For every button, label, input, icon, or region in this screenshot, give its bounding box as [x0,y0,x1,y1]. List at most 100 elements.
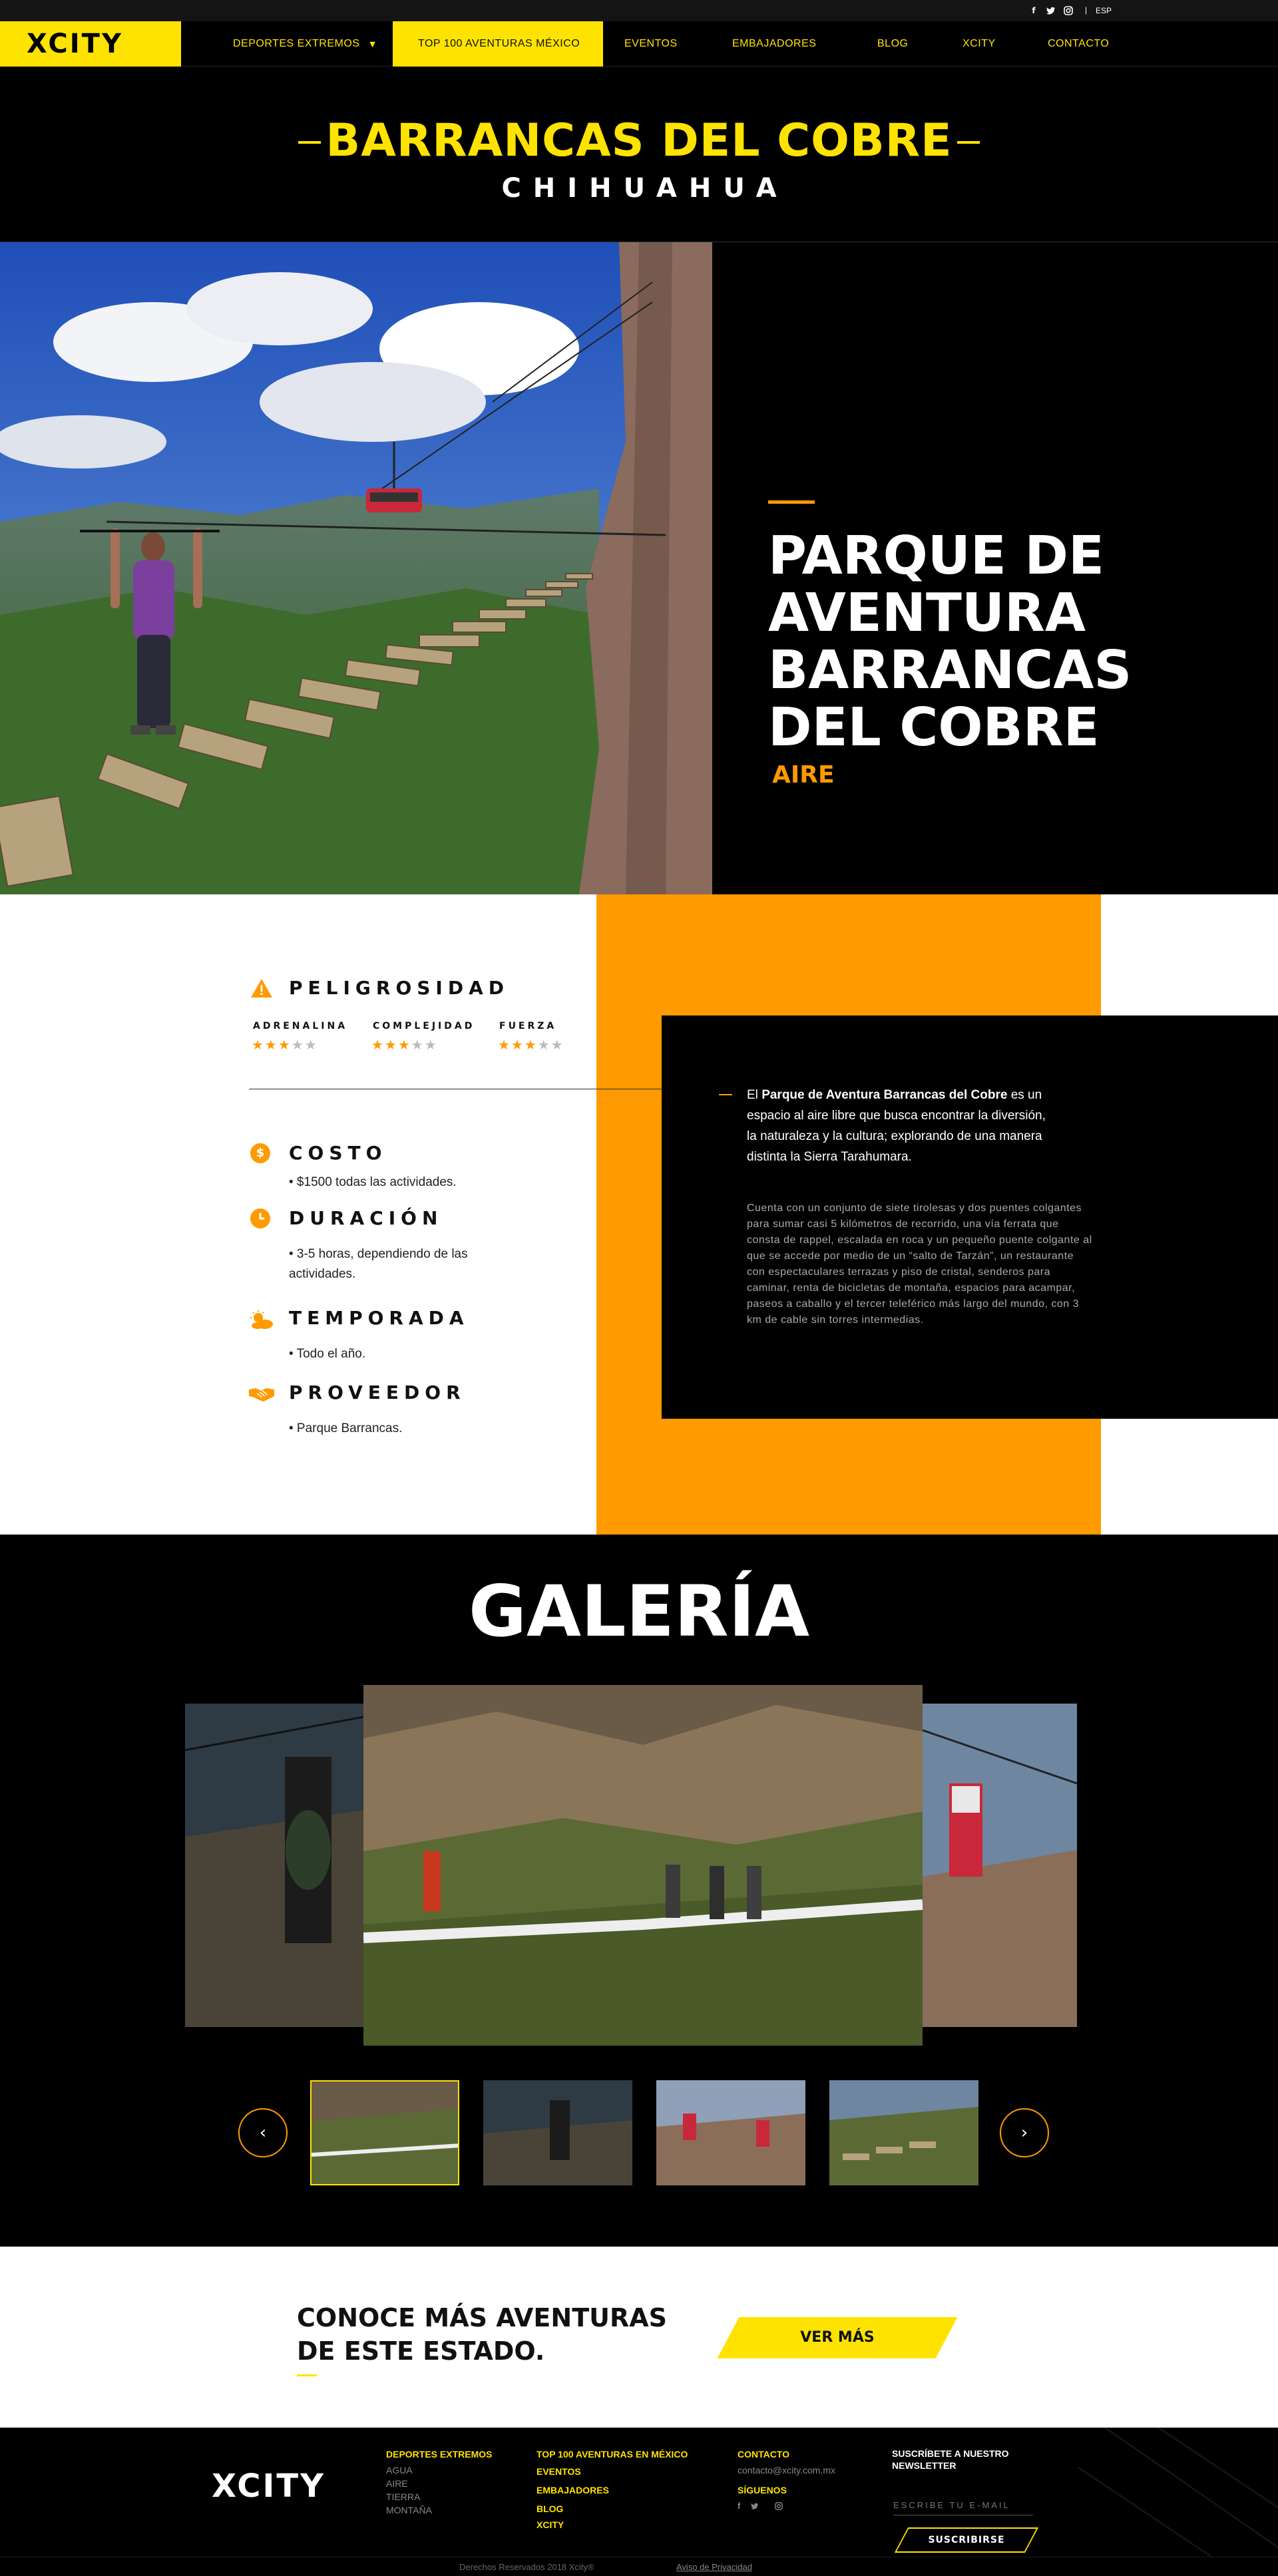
chevron-left-icon: ‹ [259,2123,267,2143]
twitter-icon[interactable] [1046,6,1056,15]
gallery-image-main[interactable] [363,1685,923,2046]
gallery-next-button[interactable]: › [1000,2108,1049,2157]
hero-title-bar: BARRANCAS DEL COBRE CHIHUAHUA [0,67,1278,242]
copyright-text: Derechos Reservados 2018 Xcity® [459,2562,594,2572]
logo[interactable]: XCITY [0,21,181,67]
footer-link-xcity[interactable]: XCITY [536,2519,564,2530]
nav-item-label: BLOG [877,38,909,49]
gallery-image-right[interactable] [923,1704,1077,2027]
main-navbar: XCITY DEPORTES EXTREMOS ▼ TOP 100 AVENTU… [0,21,1278,67]
nav-item-label: TOP 100 AVENTURAS MÉXICO [418,38,580,49]
newsletter-email-input[interactable] [893,2495,1033,2515]
footer-link-montana[interactable]: MONTAÑA [386,2505,432,2515]
provider-text: • Parque Barrancas. [289,1421,403,1435]
hero-photo [0,242,712,894]
footer-link-eventos[interactable]: EVENTOS [536,2466,581,2477]
language-selector[interactable]: ESP [1096,6,1112,15]
nav-item-blog[interactable]: BLOG [877,21,908,67]
footer-facebook-icon[interactable]: f [738,2501,740,2511]
chevron-right-icon: › [1020,2123,1028,2143]
details-section: PELIGROSIDAD ADRENALINA ★★★★★ COMPLEJIDA… [0,894,1278,1535]
footer-instagram-icon[interactable] [775,2501,783,2513]
footer-link-aire[interactable]: AIRE [386,2478,408,2489]
footer-link-blog[interactable]: BLOG [536,2503,563,2514]
logo-text: XCITY [27,29,123,59]
gallery-thumb-4[interactable] [829,2080,978,2185]
park-title: PARQUE DE AVENTURA BARRANCAS DEL COBRE [768,525,1132,758]
warning-icon [250,978,273,1002]
park-category: AIRE [772,761,835,789]
nav-item-label: CONTACTO [1048,38,1110,49]
footer-decoration [1078,2428,1278,2557]
newsletter-title: SUSCRÍBETE A NUESTRO NEWSLETTER [892,2448,1009,2471]
cost-heading: COSTO [289,1142,387,1164]
footer-follow-title: SÍGUENOS [738,2485,787,2495]
hero-info-panel: PARQUE DE AVENTURA BARRANCAS DEL COBRE A… [712,242,1278,894]
footer-contact-email[interactable]: contacto@xcity.com.mx [738,2465,835,2476]
privacy-link[interactable]: Aviso de Privacidad [676,2562,752,2572]
newsletter-subscribe-button[interactable]: SUSCRIBIRSE [901,2527,1032,2553]
cost-text: • $1500 todas las actividades. [289,1175,457,1189]
description-intro-prefix: El [747,1088,762,1102]
chevron-down-icon: ▼ [369,40,376,49]
footer-link-agua[interactable]: AGUA [386,2465,413,2476]
gallery-section: GALERÍA ‹ › [0,1535,1278,2247]
util-separator: | [1085,5,1088,15]
more-adventures-section: CONOCE MÁS AVENTURAS DE ESTE ESTADO. VER… [0,2247,1278,2428]
rating-label-fuerza: FUERZA [499,1021,557,1031]
footer-link-embajadores[interactable]: EMBAJADORES [536,2485,609,2495]
footer-contact-title: CONTACTO [738,2449,790,2460]
footer-link-tierra[interactable]: TIERRA [386,2491,420,2502]
weather-icon [249,1310,274,1333]
nav-item-label: XCITY [962,38,996,49]
park-title-dash [768,500,815,504]
season-heading: TEMPORADA [289,1307,469,1329]
footer-link-top100[interactable]: TOP 100 AVENTURAS EN MÉXICO [536,2449,688,2460]
handshake-icon [248,1384,276,1407]
description-body: Cuenta con un conjunto de siete tirolesa… [747,1202,1092,1326]
provider-heading: PROVEEDOR [289,1381,466,1403]
description-box: El Parque de Aventura Barrancas del Cobr… [662,1015,1278,1419]
more-adventures-dash [297,2374,317,2376]
page-title: BARRANCAS DEL COBRE [325,114,953,167]
gallery-prev-button[interactable]: ‹ [238,2108,288,2157]
nav-item-eventos[interactable]: EVENTOS [624,21,678,67]
gallery-thumb-3[interactable] [656,2080,805,2185]
footer-logo[interactable]: XCITY [212,2468,325,2505]
page-subtitle: CHIHUAHUA [501,173,789,204]
danger-heading: PELIGROSIDAD [289,977,509,999]
nav-item-deportes-extremos[interactable]: DEPORTES EXTREMOS ▼ [233,21,375,67]
description-intro: El Parque de Aventura Barrancas del Cobr… [747,1085,1053,1167]
rating-stars-complejidad: ★★★★★ [371,1037,438,1053]
description-dash [719,1094,732,1095]
nav-item-label: DEPORTES EXTREMOS [233,38,360,49]
clock-icon [250,1208,270,1228]
top-utility-bar: f | ESP [0,0,1278,21]
dollar-icon: $ [250,1143,270,1163]
nav-item-embajadores[interactable]: EMBAJADORES [732,21,816,67]
nav-item-label: EVENTOS [624,38,678,49]
footer-bottom-bar: Derechos Reservados 2018 Xcity® Aviso de… [0,2557,1278,2576]
rating-label-adrenalina: ADRENALINA [253,1021,348,1031]
gallery-thumb-2[interactable] [483,2080,632,2185]
footer-twitter-icon[interactable] [751,2501,759,2513]
rating-stars-adrenalina: ★★★★★ [252,1037,318,1053]
gallery-title: GALERÍA [468,1570,810,1652]
gallery-image-left[interactable] [185,1704,363,2027]
facebook-icon[interactable]: f [1029,6,1038,15]
description-intro-highlight: Parque de Aventura Barrancas del Cobre [761,1088,1008,1102]
rating-stars-fuerza: ★★★★★ [498,1037,564,1053]
nav-item-top-100[interactable]: TOP 100 AVENTURAS MÉXICO [418,21,580,67]
duration-text: • 3-5 horas, dependiendo de las activida… [289,1247,468,1281]
instagram-icon[interactable] [1064,6,1073,15]
season-text: • Todo el año. [289,1347,366,1361]
footer: XCITY DEPORTES EXTREMOS AGUA AIRE TIERRA… [0,2428,1278,2576]
ver-mas-button[interactable]: VER MÁS [728,2317,947,2358]
footer-col1-title[interactable]: DEPORTES EXTREMOS [386,2449,492,2460]
nav-item-xcity[interactable]: XCITY [962,21,996,67]
rating-label-complejidad: COMPLEJIDAD [373,1021,475,1031]
nav-item-label: EMBAJADORES [732,38,817,49]
nav-item-contacto[interactable]: CONTACTO [1048,21,1109,67]
gallery-thumb-1[interactable] [310,2080,459,2185]
more-adventures-title: CONOCE MÁS AVENTURAS DE ESTE ESTADO. [297,2303,668,2366]
